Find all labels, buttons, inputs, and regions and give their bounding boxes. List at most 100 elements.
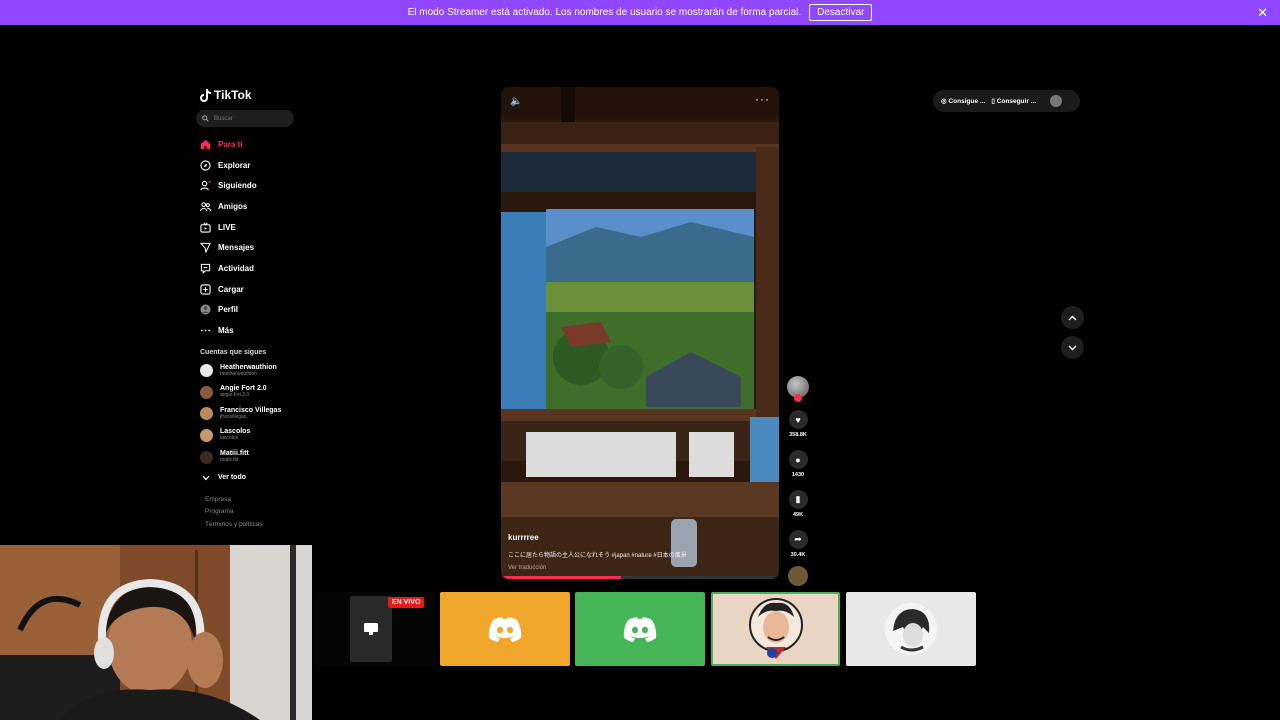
character-avatar-tile[interactable] — [711, 592, 840, 666]
tiktok-logo-icon — [200, 88, 211, 102]
account-name: Matiii.fitt — [220, 450, 249, 458]
nav-item-cargar[interactable]: Cargar — [196, 279, 306, 300]
nav-item-explorar[interactable]: Explorar — [196, 155, 306, 176]
deactivate-button[interactable]: Desactivar — [809, 4, 873, 21]
search-icon — [202, 115, 209, 122]
music-disc-icon[interactable] — [788, 566, 808, 586]
coins-label: Consigue ... — [948, 98, 986, 105]
nav-item-actividad[interactable]: Actividad — [196, 258, 306, 279]
cartoon-character-avatar — [748, 598, 803, 659]
comment-icon: ● — [788, 450, 808, 469]
discord-tile-green[interactable] — [575, 592, 705, 666]
account-handle: heatherwauthion — [220, 370, 257, 377]
search-input[interactable]: Buscar — [196, 110, 294, 127]
nav-item-siguiendo[interactable]: Siguiendo — [196, 175, 306, 196]
like-count: 358.8K — [789, 432, 807, 438]
anime-avatar-tile[interactable] — [846, 592, 976, 666]
close-icon[interactable]: ✕ — [1257, 5, 1268, 21]
tiktok-logo[interactable]: TikTok — [200, 86, 306, 104]
search-placeholder: Buscar — [214, 115, 233, 122]
nav-label: Cargar — [218, 284, 244, 294]
footer-link-terminos[interactable]: Términos y políticas — [205, 519, 306, 532]
previous-video-button[interactable] — [1061, 306, 1084, 329]
live-icon — [200, 222, 211, 233]
discord-icon — [488, 617, 522, 642]
account-handle: matiii.fitt — [220, 457, 239, 464]
avatar — [200, 428, 213, 442]
nav-item-live[interactable]: LIVE — [196, 217, 306, 238]
following-accounts-title: Cuentas que sigues — [200, 348, 267, 356]
next-video-button[interactable] — [1061, 336, 1084, 359]
webcam-overlay — [0, 545, 312, 720]
like-button[interactable]: ♥ 358.8K — [788, 410, 808, 438]
live-badge: EN VIVO — [388, 597, 425, 608]
nav-label: Actividad — [218, 263, 255, 273]
more-icon — [200, 329, 211, 332]
chevron-down-icon — [1068, 345, 1077, 350]
comment-button[interactable]: ● 1430 — [788, 450, 808, 478]
followed-account[interactable]: Matiii.fitt matiii.fitt — [196, 446, 306, 468]
avatar — [200, 407, 213, 421]
account-handle: lascolos — [220, 435, 239, 442]
footer-link-empresa[interactable]: Empresa — [205, 494, 306, 507]
footer-link-programa[interactable]: Programa — [205, 506, 306, 519]
discord-tile-orange[interactable] — [440, 592, 570, 666]
heart-icon: ♥ — [788, 410, 808, 429]
action-bar: ♥ 358.8K ● 1430 ▮ 49K ➦ 30.4K — [786, 376, 810, 586]
screen: El modo Streamer está activado. Los nomb… — [0, 0, 1280, 720]
video-caption: kurrrree ここに居たら物語の主人公になれそう #japan #natur… — [508, 533, 687, 571]
video-progress-fill — [501, 576, 621, 579]
creator-avatar[interactable] — [787, 376, 809, 402]
account-name: Francisco Villegas — [220, 406, 282, 414]
banner-message: El modo Streamer está activado. Los nomb… — [407, 7, 802, 18]
user-avatar[interactable] — [1050, 95, 1063, 107]
upload-icon — [200, 284, 211, 295]
coins-button[interactable]: ◎ Consigue ... — [941, 97, 985, 105]
activity-icon — [200, 263, 211, 274]
nav-item-amigos[interactable]: Amigos — [196, 196, 306, 217]
nav-menu: Para ti Explorar Siguiendo Amigos LIVE M… — [196, 134, 306, 341]
see-all-button[interactable]: Ver todo — [196, 468, 306, 488]
share-button[interactable]: ➦ 30.4K — [788, 530, 808, 558]
video-player[interactable]: 🔈 ··· kurrrree ここに居たら物語の主人公になれそう #japan … — [501, 87, 779, 579]
share-icon: ➦ — [788, 530, 808, 549]
followed-account[interactable]: Heatherwauthion heatherwauthion — [196, 360, 306, 382]
anime-character-avatar — [885, 603, 937, 655]
header-actions: ◎ Consigue ... ▯ Conseguir ... — [933, 90, 1080, 112]
account-handle: angie.fort.2.0 — [220, 392, 250, 399]
see-all-label: Ver todo — [218, 474, 247, 482]
volume-icon[interactable]: 🔈 — [510, 96, 522, 107]
monitor-icon — [364, 623, 378, 635]
nav-item-perfil[interactable]: Perfil — [196, 300, 306, 321]
home-icon — [200, 139, 211, 149]
nav-label: Explorar — [218, 160, 251, 170]
video-username[interactable]: kurrrree — [508, 533, 687, 542]
follow-plus-icon[interactable] — [794, 394, 802, 402]
chevron-up-icon — [1068, 315, 1077, 320]
followed-account[interactable]: Lascolos lascolos — [196, 425, 306, 447]
followed-account[interactable]: Angie Fort 2.0 angie.fort.2.0 — [196, 381, 306, 403]
following-accounts-list: Heatherwauthion heatherwauthion Angie For… — [196, 360, 306, 488]
share-count: 30.4K — [790, 552, 806, 558]
video-progress-bar[interactable] — [501, 576, 779, 579]
get-app-button[interactable]: ▯ Conseguir ... — [991, 97, 1036, 105]
account-name: Lascolos — [220, 428, 251, 436]
get-app-label: Conseguir ... — [996, 98, 1037, 105]
following-icon — [200, 181, 211, 191]
nav-label: Para ti — [218, 139, 243, 149]
more-options-icon[interactable]: ··· — [755, 92, 770, 106]
nav-item-mensajes[interactable]: Mensajes — [196, 237, 306, 258]
discord-icon — [623, 617, 657, 642]
streamer-mode-banner: El modo Streamer está activado. Los nomb… — [0, 0, 1280, 25]
nav-label: LIVE — [218, 222, 236, 232]
nav-label: Más — [218, 326, 234, 336]
account-name: Angie Fort 2.0 — [220, 385, 267, 393]
video-description: ここに居たら物語の主人公になれそう #japan #nature #日本の風景 — [508, 553, 687, 559]
sidebar: TikTok Buscar Para ti Explorar Siguiendo… — [196, 86, 306, 531]
profile-avatar — [200, 304, 211, 315]
nav-item-mas[interactable]: Más — [196, 320, 306, 341]
nav-item-para-ti[interactable]: Para ti — [196, 134, 306, 155]
followed-account[interactable]: Francisco Villegas jfranvillegas — [196, 403, 306, 425]
bookmark-button[interactable]: ▮ 49K — [788, 490, 808, 518]
see-translation-link[interactable]: Ver traducción — [508, 565, 687, 571]
